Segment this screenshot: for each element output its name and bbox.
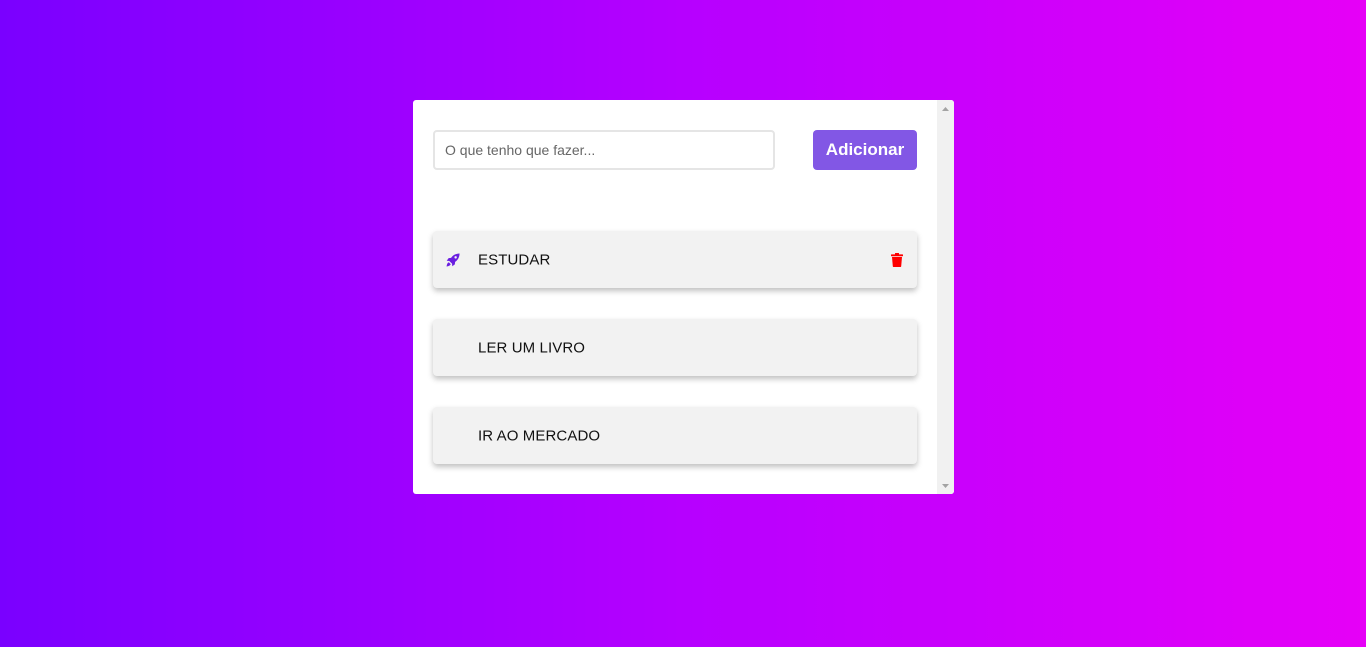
add-button[interactable]: Adicionar (813, 130, 917, 170)
scrollbar-thumb[interactable] (940, 117, 951, 477)
add-task-form: Adicionar (433, 130, 917, 170)
scroll-down-arrow-icon[interactable] (937, 477, 954, 494)
scroll-up-arrow-icon[interactable] (937, 100, 954, 117)
task-list: ESTUDAR LER UM LIVRO IR AO MERCADO (433, 231, 917, 494)
task-input[interactable] (433, 130, 775, 170)
rocket-icon (445, 252, 461, 268)
task-label: IR AO MERCADO (478, 427, 601, 444)
task-item[interactable]: IR AO MERCADO (433, 407, 917, 464)
task-label: LER UM LIVRO (478, 339, 586, 356)
vertical-scrollbar[interactable] (937, 100, 954, 494)
trash-icon[interactable] (890, 252, 904, 268)
task-label: ESTUDAR (478, 251, 551, 268)
todo-card: Adicionar ESTUDAR LER UM LIVRO (413, 100, 954, 494)
task-item[interactable]: ESTUDAR (433, 231, 917, 288)
task-item[interactable]: LER UM LIVRO (433, 319, 917, 376)
